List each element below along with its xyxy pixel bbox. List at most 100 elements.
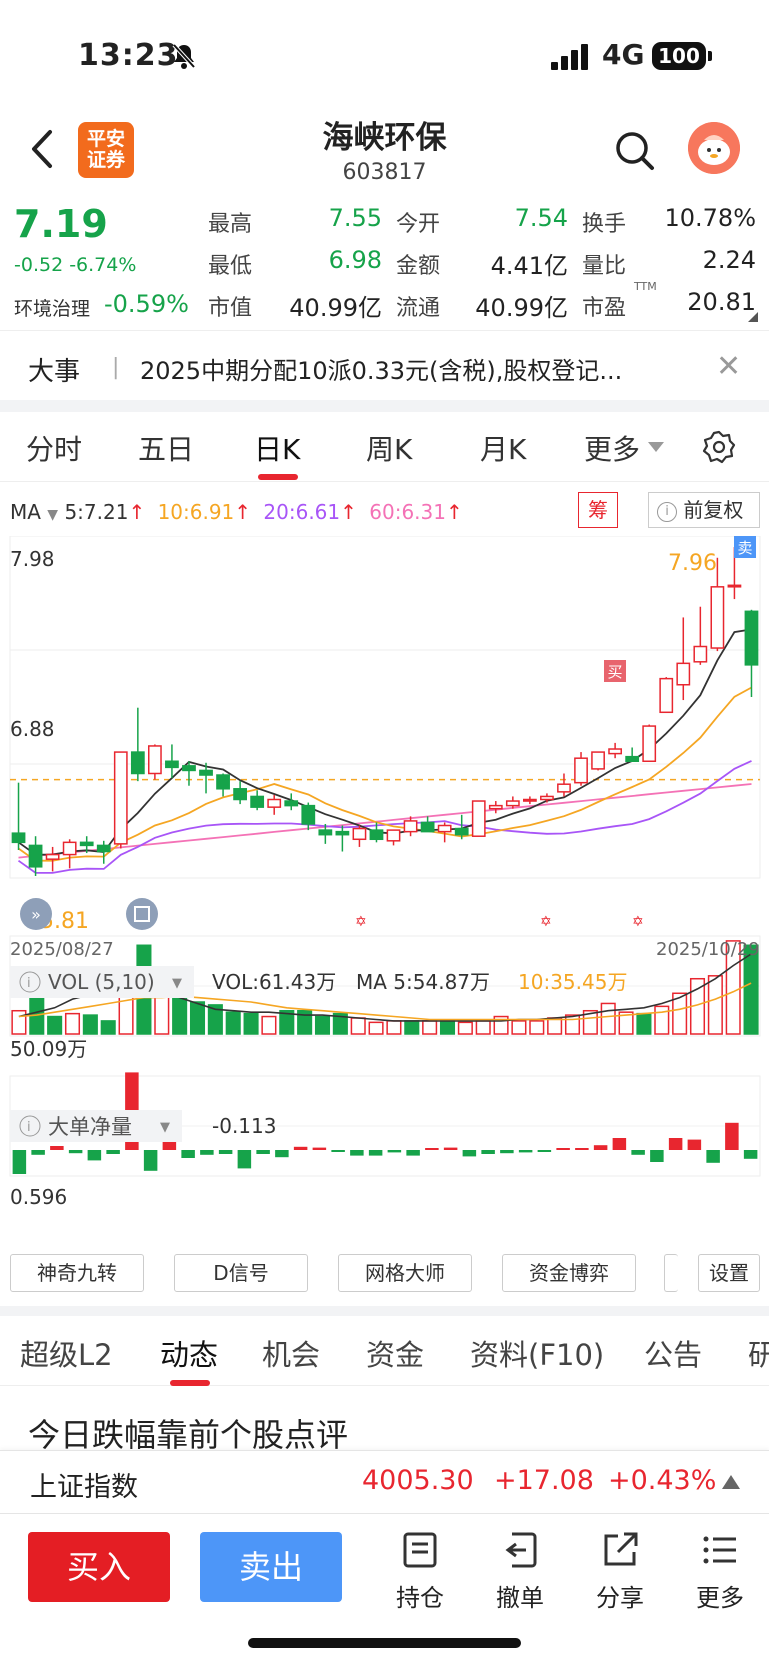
bigorder-bar [743,1150,758,1159]
bell-muted-icon [172,43,196,69]
candle-body [216,774,230,790]
info-glyph: i [27,976,31,991]
tab-yuek[interactable]: 月K [480,428,526,468]
bigorder-bar [331,1150,345,1152]
tab-rik[interactable]: 日K [254,428,300,468]
tab-zijin[interactable]: 资金 [366,1332,424,1374]
events-text[interactable]: 2025中期分配10派0.33元(含税),股权登记... [140,351,622,386]
candle-body [28,844,43,868]
events-bar[interactable]: 大事 | 2025中期分配10派0.33元(含税),股权登记... ✕ [0,330,769,400]
close-icon[interactable]: ✕ [716,349,741,384]
arrow-up-icon: ↑ [340,500,357,524]
buy-button[interactable]: 买入 [28,1532,170,1602]
sell-mark-label: 卖 [737,539,752,557]
bigorder-bar [518,1150,533,1153]
tab-gonggao[interactable]: 公告 [644,1332,702,1374]
candle-body [96,844,111,853]
volume-axis: 50.09万 [10,1037,87,1061]
candle-body [182,765,196,772]
candle-body [318,829,333,836]
quote-value: 7.55 [328,204,382,232]
tab-more[interactable]: 更多 [584,428,640,468]
fast-forward-glyph: » [31,905,41,924]
gear-icon[interactable] [702,430,736,464]
tool-settings[interactable]: 设置 [698,1254,760,1292]
fullscreen-icon[interactable] [126,898,158,930]
holdings-button[interactable]: 持仓 [380,1530,460,1613]
index-bar[interactable]: 上证指数 4005.30 +17.08 +0.43% [0,1450,769,1514]
volume-bar [261,1015,277,1035]
volume-bar [225,1011,241,1035]
tool-partial[interactable] [664,1254,678,1292]
adjust-mode-button[interactable]: i 前复权 [648,492,760,528]
candle-body [250,795,265,808]
event-star-icon[interactable]: ✡ [540,914,552,930]
candle-body [625,755,640,763]
quote-value: 10.78% [664,204,756,232]
candles [11,547,759,876]
volume-bar [564,1014,581,1035]
tool-grid[interactable]: 网格大师 [338,1254,472,1292]
candle-body [540,795,554,801]
avatar[interactable] [688,122,740,174]
tool-shenqi[interactable]: 神奇九转 [10,1254,144,1292]
active-tab-indicator [258,474,298,480]
tab-wuri[interactable]: 五日 [138,428,194,468]
home-indicator[interactable] [248,1638,521,1648]
price-change: -0.52 -6.74% [14,254,137,276]
kline-chart[interactable]: 7.98 6.88 5.81 7.96 2025/08/27 2025/10/2… [0,536,769,1248]
tab-dongtai[interactable]: 动态 [160,1332,218,1374]
candle-body [199,769,213,776]
event-star-icon[interactable]: ✡ [632,914,644,930]
index-pct: +0.43% [608,1465,717,1496]
tool-funds[interactable]: 资金博弈 [502,1254,636,1292]
candle-body [420,821,435,833]
ma-legend[interactable]: MA ▼ 5:7.21↑ 10:6.91↑ 20:6.61↑ 60:6.31↑ [10,500,463,524]
signal-icon [551,44,588,70]
holdings-icon [403,1532,437,1568]
ma10-path [17,686,752,862]
ma60-value: 60:6.31 [369,500,446,524]
candle-body [369,829,384,841]
status-time: 13:23 [78,38,179,73]
expand-corner-icon[interactable] [748,312,758,322]
quote-value: 40.99亿 [475,294,568,322]
bigorder-bar [218,1150,233,1154]
candle-body [488,804,503,810]
volume-bar [64,1012,81,1035]
active-tab-indicator [170,1380,210,1386]
feature-tabs: 超级L2 动态 机会 资金 资料(F10) 公告 研 [0,1322,769,1386]
tab-zhouk[interactable]: 周K [366,428,412,468]
chip-distribution-button[interactable]: 筹 [578,492,618,528]
share-button[interactable]: 分享 [580,1530,660,1613]
ma-label: MA [10,500,41,524]
sector-name[interactable]: 环境治理 [14,294,90,321]
tab-l2[interactable]: 超级L2 [20,1332,113,1374]
tab-f10[interactable]: 资料(F10) [470,1332,604,1374]
bigorder-bar [425,1148,439,1150]
tab-jihui[interactable]: 机会 [262,1332,320,1374]
candle-body [454,827,469,836]
candle-body [113,751,128,845]
battery-icon: 100 [652,42,712,70]
mascot-icon [688,122,740,174]
ma20-path [17,760,752,874]
tool-dsignal[interactable]: D信号 [174,1254,308,1292]
event-star-icon[interactable]: ✡ [355,914,367,930]
sell-button[interactable]: 卖出 [200,1532,342,1602]
search-icon[interactable] [612,128,658,174]
candle-body [45,853,60,860]
candle-body [437,824,452,833]
bigorder-bar [12,1150,27,1174]
caret-down-icon: ▼ [160,1120,170,1135]
candle-body [148,745,162,775]
caret-up-icon [722,1475,740,1489]
more-button[interactable]: 更多 [680,1530,760,1613]
volume-bar [457,1021,473,1035]
cancel-order-button[interactable]: 撤单 [480,1530,560,1613]
bigorder-bar [387,1150,402,1153]
volume-bar [475,1020,491,1035]
tab-fenshi[interactable]: 分时 [26,428,82,468]
candle-body [744,610,759,666]
tab-yan[interactable]: 研 [748,1332,769,1374]
